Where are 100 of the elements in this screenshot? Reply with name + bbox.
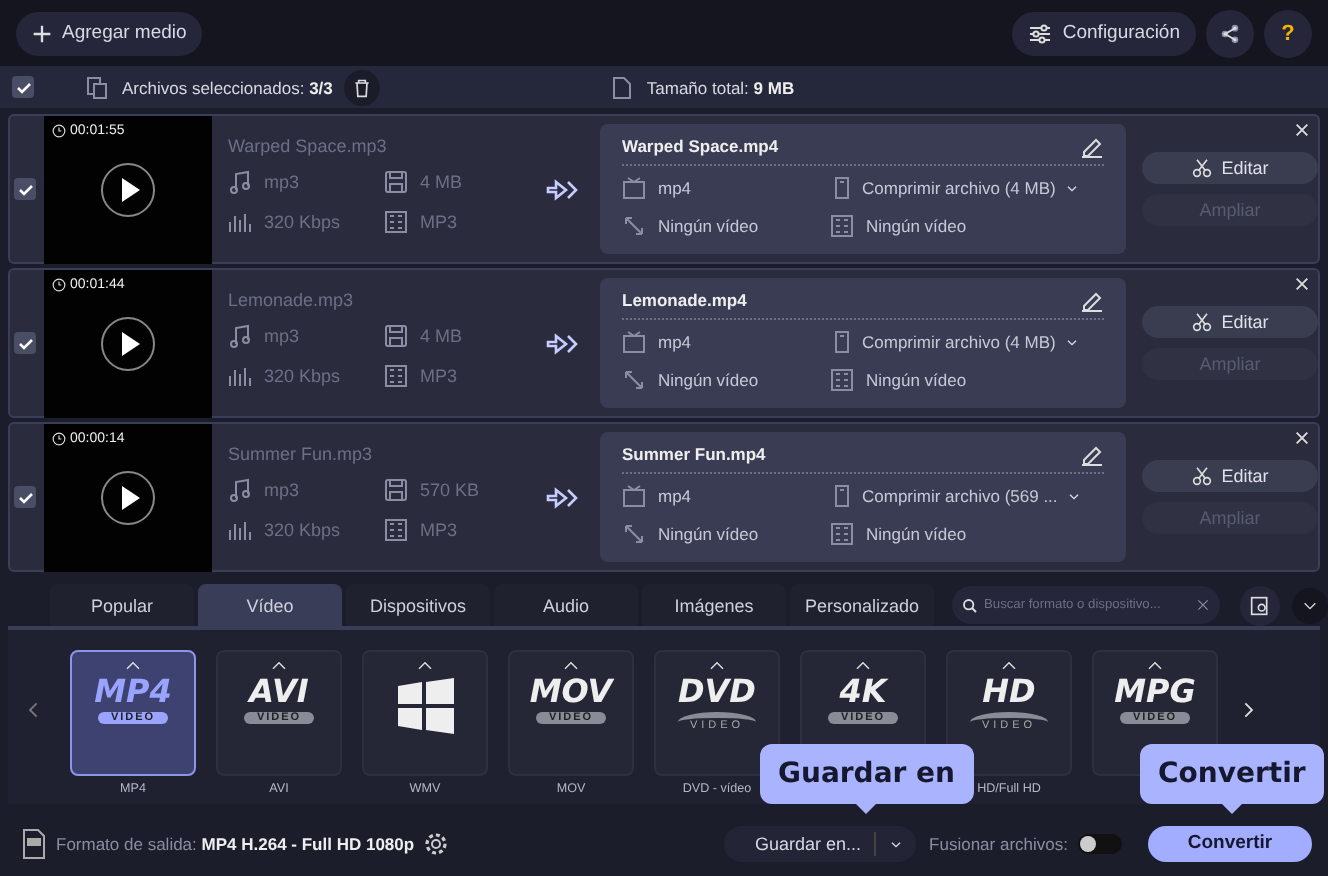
device-search-icon — [1250, 595, 1270, 615]
chevron-up-icon — [1146, 658, 1164, 672]
format-logo: MOV — [529, 676, 613, 708]
resize-icon — [622, 214, 646, 238]
format-tab[interactable]: Dispositivos — [346, 584, 490, 626]
search-icon — [962, 597, 978, 613]
output-format-label: Formato de salida: MP4 H.264 - Full HD 1080p — [56, 833, 415, 853]
format-tab[interactable]: Vídeo — [198, 584, 342, 626]
size-label: 4 MB — [420, 326, 463, 346]
save-to-dropdown[interactable]: Guardar en... — [723, 825, 916, 861]
share-icon — [1220, 23, 1240, 43]
settings-button[interactable]: Configuración — [1012, 11, 1196, 55]
bitrate-label: 320 Kbps — [264, 366, 341, 386]
windows-logo-icon — [393, 676, 457, 736]
format-tab[interactable]: Popular — [50, 584, 194, 626]
chevron-up-icon — [562, 658, 580, 672]
clear-icon — [1196, 598, 1210, 612]
caret-icon — [1063, 180, 1080, 196]
video-setting[interactable]: Ningún vídeo — [658, 216, 759, 236]
size-label: 4 MB — [420, 172, 463, 192]
chevron-left-icon — [26, 698, 42, 722]
help-button[interactable]: ? — [1264, 9, 1312, 57]
chevron-up-icon — [270, 658, 288, 672]
merge-files-label: Fusionar archivos: — [929, 833, 1068, 853]
tooltip-pointer-icon — [1221, 804, 1242, 814]
play-icon[interactable] — [100, 161, 156, 217]
compression-dropdown[interactable]: Comprimir archivo (569 ... — [830, 484, 1104, 508]
convert-button[interactable]: Convertir — [1148, 825, 1312, 861]
format-tile[interactable] — [362, 650, 488, 776]
tooltip: Guardar en — [760, 744, 974, 804]
video-setting[interactable]: Ningún vídeo — [658, 370, 759, 390]
subtitle-setting[interactable]: Ningún vídeo — [866, 524, 967, 544]
add-media-button[interactable]: Agregar medio — [16, 11, 203, 55]
bitrate-label: 320 Kbps — [264, 212, 341, 232]
chevron-down-icon — [1302, 597, 1318, 613]
chevron-up-icon — [1000, 658, 1018, 672]
clock-icon — [52, 431, 66, 445]
bitrate-label: 320 Kbps — [264, 520, 341, 540]
play-icon[interactable] — [100, 315, 156, 371]
equalizer-icon — [228, 518, 252, 542]
video-setting[interactable]: Ningún vídeo — [658, 524, 759, 544]
tooltip: Convertir — [1140, 744, 1324, 804]
music-note-icon — [228, 324, 252, 348]
checkbox[interactable] — [14, 332, 36, 354]
play-icon[interactable] — [100, 469, 156, 525]
format-tab[interactable]: Audio — [494, 584, 638, 626]
resize-icon — [622, 522, 646, 546]
output-filename[interactable]: Summer Fun.mp4 — [622, 444, 766, 464]
total-size-label: Tamaño total: 9 MB — [646, 77, 795, 97]
checkbox[interactable] — [14, 178, 36, 200]
resize-icon — [622, 368, 646, 392]
edit-button[interactable]: Editar — [1142, 460, 1318, 492]
format-label: mp3 — [264, 480, 300, 500]
format-tab[interactable]: Imágenes — [642, 584, 786, 626]
edit-button[interactable]: Editar — [1142, 306, 1318, 338]
equalizer-icon — [228, 364, 252, 388]
edit-button[interactable]: Editar — [1142, 152, 1318, 184]
format-tab[interactable]: Personalizado — [790, 584, 934, 626]
trash-icon — [352, 77, 373, 97]
chevron-up-icon — [708, 658, 726, 672]
clock-icon — [52, 277, 66, 291]
share-button[interactable] — [1206, 9, 1254, 57]
compression-dropdown[interactable]: Comprimir archivo (4 MB) — [830, 176, 1104, 200]
pencil-icon — [1080, 442, 1104, 466]
subtitle-setting[interactable]: Ningún vídeo — [866, 370, 967, 390]
output-filename[interactable]: Lemonade.mp4 — [622, 290, 747, 310]
tooltip-pointer-icon — [856, 804, 877, 814]
output-format: mp4 — [658, 332, 692, 352]
chevron-up-icon — [854, 658, 872, 672]
close-icon — [1294, 430, 1310, 446]
sliders-icon — [1028, 21, 1053, 45]
checkbox[interactable] — [12, 76, 34, 98]
music-note-icon — [228, 170, 252, 194]
plus-icon — [32, 23, 52, 43]
convert-arrow-icon — [546, 329, 581, 357]
delete-button[interactable] — [344, 69, 381, 105]
source-filename: Warped Space.mp3 — [228, 136, 389, 156]
search-device-button[interactable] — [1240, 585, 1280, 625]
merge-toggle[interactable] — [1078, 833, 1122, 853]
music-note-icon — [228, 478, 252, 502]
checkbox[interactable] — [14, 486, 36, 508]
compression-dropdown[interactable]: Comprimir archivo (4 MB) — [830, 330, 1104, 354]
gear-icon — [424, 831, 449, 855]
codec-label: MP3 — [420, 366, 458, 386]
close-icon — [1294, 122, 1310, 138]
format-logo: 4K — [839, 676, 887, 708]
close-icon — [1294, 276, 1310, 292]
format-logo: MPG — [1114, 676, 1196, 708]
source-filename: Lemonade.mp3 — [228, 290, 356, 310]
equalizer-icon — [228, 210, 252, 234]
output-filename[interactable]: Warped Space.mp4 — [622, 136, 779, 156]
format-label: mp3 — [264, 172, 300, 192]
format-logo: HD — [982, 676, 1036, 708]
selected-files-label: Archivos seleccionados: 3/3 — [122, 77, 333, 97]
scissors-icon — [1191, 466, 1212, 486]
chevron-up-icon — [124, 658, 142, 672]
subtitle-setting[interactable]: Ningún vídeo — [866, 216, 967, 236]
clock-icon — [52, 123, 66, 137]
pencil-icon — [1080, 288, 1104, 312]
scissors-icon — [1191, 158, 1212, 178]
